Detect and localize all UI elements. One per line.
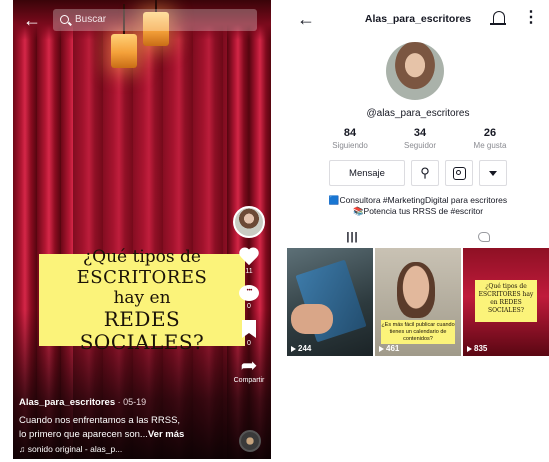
user-check-icon: ⚲ <box>420 165 430 180</box>
video-author[interactable]: Alas_para_escritores <box>19 397 115 408</box>
stat-label: Seguidor <box>403 141 437 150</box>
profile-bio: 🟦Consultora #MarketingDigital para escri… <box>287 195 549 217</box>
video-thumbnail[interactable]: 244 <box>287 248 373 356</box>
see-more-link[interactable]: Ver más <box>148 429 184 440</box>
save-count: 0 <box>247 340 251 347</box>
play-icon <box>291 345 296 352</box>
bio-line: Consultora #MarketingDigital para escrit… <box>339 195 508 205</box>
like-button[interactable]: 11 <box>231 248 267 275</box>
person-image <box>397 262 435 318</box>
bio-emoji: 🟦 <box>328 195 340 205</box>
stat-value: 26 <box>483 127 497 139</box>
view-count-value: 461 <box>386 344 400 353</box>
search-placeholder: Buscar <box>75 14 107 25</box>
bio-line: Potencia tus RRSS de #escritor <box>363 206 484 216</box>
bell-icon[interactable] <box>490 11 506 25</box>
grid-icon: ||| <box>346 231 359 243</box>
stat-label: Me gusta <box>473 141 507 150</box>
instagram-icon <box>452 166 466 180</box>
thumbnail-caption: ¿Qué tipos de ESCRITORES hay en REDES SO… <box>475 280 537 322</box>
liked-videos-icon <box>477 232 490 242</box>
view-count: 244 <box>291 344 311 353</box>
video-metadata: Alas_para_escritores · 05-19 Cuando nos … <box>19 392 239 454</box>
view-count: 835 <box>467 344 487 353</box>
share-label: Compartir <box>233 377 265 384</box>
profile-actions: Mensaje ⚲ <box>329 160 507 186</box>
view-count-value: 835 <box>474 344 488 353</box>
video-grid: 244 ¿Es más fácil publicar cuando tienes… <box>287 248 549 356</box>
bookmark-icon <box>242 320 256 338</box>
play-icon <box>379 345 384 352</box>
share-arrow-icon: ➦ <box>240 355 258 377</box>
share-button[interactable]: ➦ Compartir <box>231 355 267 384</box>
sound-name: sonido original - alas_p... <box>27 444 123 454</box>
video-thumbnail[interactable]: ¿Es más fácil publicar cuando tienes un … <box>375 248 461 356</box>
hand-image <box>291 304 333 334</box>
video-player[interactable]: ← Buscar ¿Qué tipos de ESCRITORES hay en… <box>13 0 271 459</box>
caption-line: hay en <box>113 287 171 308</box>
stat-likes[interactable]: 26 Me gusta <box>460 127 520 150</box>
follow-status-button[interactable]: ⚲ <box>411 160 439 186</box>
video-thumbnail[interactable]: ¿Qué tipos de ESCRITORES hay en REDES SO… <box>463 248 549 356</box>
stat-followers[interactable]: 34 Seguidor <box>390 127 450 150</box>
lamp <box>111 4 137 68</box>
video-caption-card: ¿Qué tipos de ESCRITORES hay en REDES SO… <box>39 247 245 353</box>
profile-tabs: ||| <box>287 227 549 247</box>
sound-row[interactable]: ♫ sonido original - alas_p... <box>19 444 239 454</box>
tab-liked[interactable] <box>418 227 549 247</box>
search-input[interactable]: Buscar <box>53 9 257 31</box>
caret-down-icon <box>489 170 497 176</box>
comment-icon <box>239 285 259 301</box>
caption-line: REDES SOCIALES? <box>79 306 205 354</box>
like-count: 11 <box>245 268 253 275</box>
view-count: 461 <box>379 344 399 353</box>
bio-emoji: 📚 <box>352 206 364 216</box>
music-disc-icon[interactable] <box>239 430 261 452</box>
caption-line: ESCRITORES <box>76 266 208 288</box>
save-button[interactable]: 0 <box>231 320 267 347</box>
description-line: lo primero que aparecen son... <box>19 429 148 440</box>
message-button[interactable]: Mensaje <box>329 160 405 186</box>
heart-icon <box>239 248 259 266</box>
action-rail: 11 0 0 ➦ Compartir <box>231 206 267 384</box>
more-dropdown-button[interactable] <box>479 160 507 186</box>
instagram-button[interactable] <box>445 160 473 186</box>
stat-following[interactable]: 84 Siguiendo <box>320 127 380 150</box>
tab-videos[interactable]: ||| <box>287 227 418 247</box>
caption-line: ¿Qué tipos de <box>83 246 201 267</box>
play-icon <box>467 345 472 352</box>
stat-value: 34 <box>413 127 427 139</box>
screenshot-stage: ← Buscar ¿Qué tipos de ESCRITORES hay en… <box>0 0 549 462</box>
video-top-bar: ← Buscar <box>13 8 271 34</box>
search-icon <box>60 15 69 24</box>
profile-title: Alas_para_escritores <box>364 13 472 25</box>
stat-value: 84 <box>343 127 357 139</box>
more-options-icon[interactable]: ⋮ <box>523 10 539 26</box>
description-line: Cuando nos enfrentamos a las RRSS, <box>19 415 181 426</box>
comment-button[interactable]: 0 <box>231 285 267 310</box>
profile-stats: 84 Siguiendo 34 Seguidor 26 Me gusta <box>320 127 520 150</box>
video-description: Cuando nos enfrentamos a las RRSS, lo pr… <box>19 414 239 442</box>
video-date: · 05-19 <box>115 397 147 407</box>
view-count-value: 244 <box>298 344 312 353</box>
comment-count: 0 <box>247 303 251 310</box>
thumbnail-caption: ¿Es más fácil publicar cuando tienes un … <box>381 320 455 344</box>
back-arrow-icon[interactable]: ← <box>23 11 41 29</box>
creator-avatar[interactable] <box>233 206 265 238</box>
profile-handle: @alas_para_escritores <box>366 108 470 119</box>
music-note-icon: ♫ <box>19 444 28 454</box>
stat-label: Siguiendo <box>332 141 368 150</box>
profile-screen: ← Alas_para_escritores ⋮ @alas_para_escr… <box>287 0 549 462</box>
profile-avatar <box>386 42 444 100</box>
